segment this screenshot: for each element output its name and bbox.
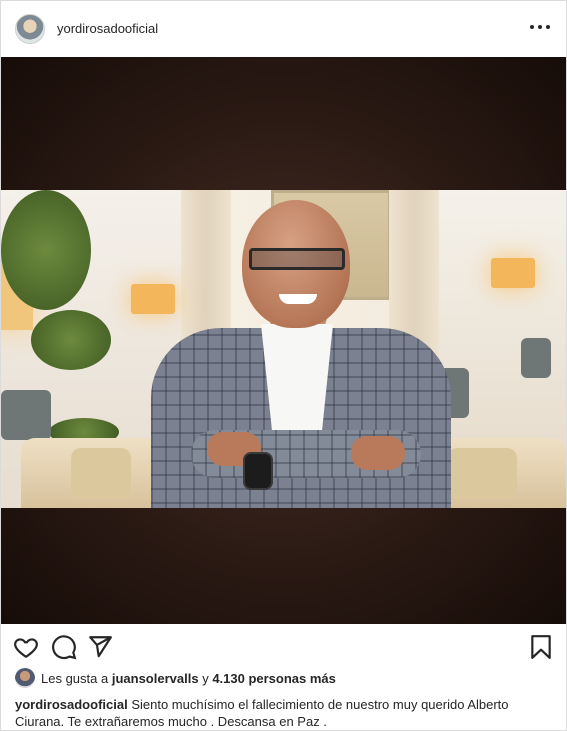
more-options-icon[interactable] <box>530 17 550 37</box>
likes-count[interactable]: 4.130 personas más <box>212 671 336 686</box>
post-image[interactable] <box>1 57 566 624</box>
likes-prefix: Les gusta a <box>41 670 109 686</box>
photo-content <box>1 190 566 508</box>
likes-connector: y <box>202 670 209 686</box>
bookmark-icon[interactable] <box>528 634 554 660</box>
avatar[interactable] <box>15 14 45 44</box>
action-bar <box>1 624 566 668</box>
instagram-post: yordirosadooficial Les gusta a juansoler… <box>0 0 567 731</box>
comment-icon[interactable] <box>51 634 77 660</box>
person <box>151 200 451 508</box>
likes-summary: Les gusta a juansolervalls y 4.130 perso… <box>15 667 336 689</box>
heart-icon[interactable] <box>13 634 39 660</box>
post-caption: yordirosadooficial Siento muchísimo el f… <box>15 696 555 730</box>
share-icon[interactable] <box>87 634 113 660</box>
post-username[interactable]: yordirosadooficial <box>57 21 158 36</box>
post-header: yordirosadooficial <box>1 1 566 57</box>
liker-avatar[interactable] <box>15 668 35 688</box>
liker-username[interactable]: juansolervalls <box>112 671 199 686</box>
caption-username[interactable]: yordirosadooficial <box>15 697 128 712</box>
